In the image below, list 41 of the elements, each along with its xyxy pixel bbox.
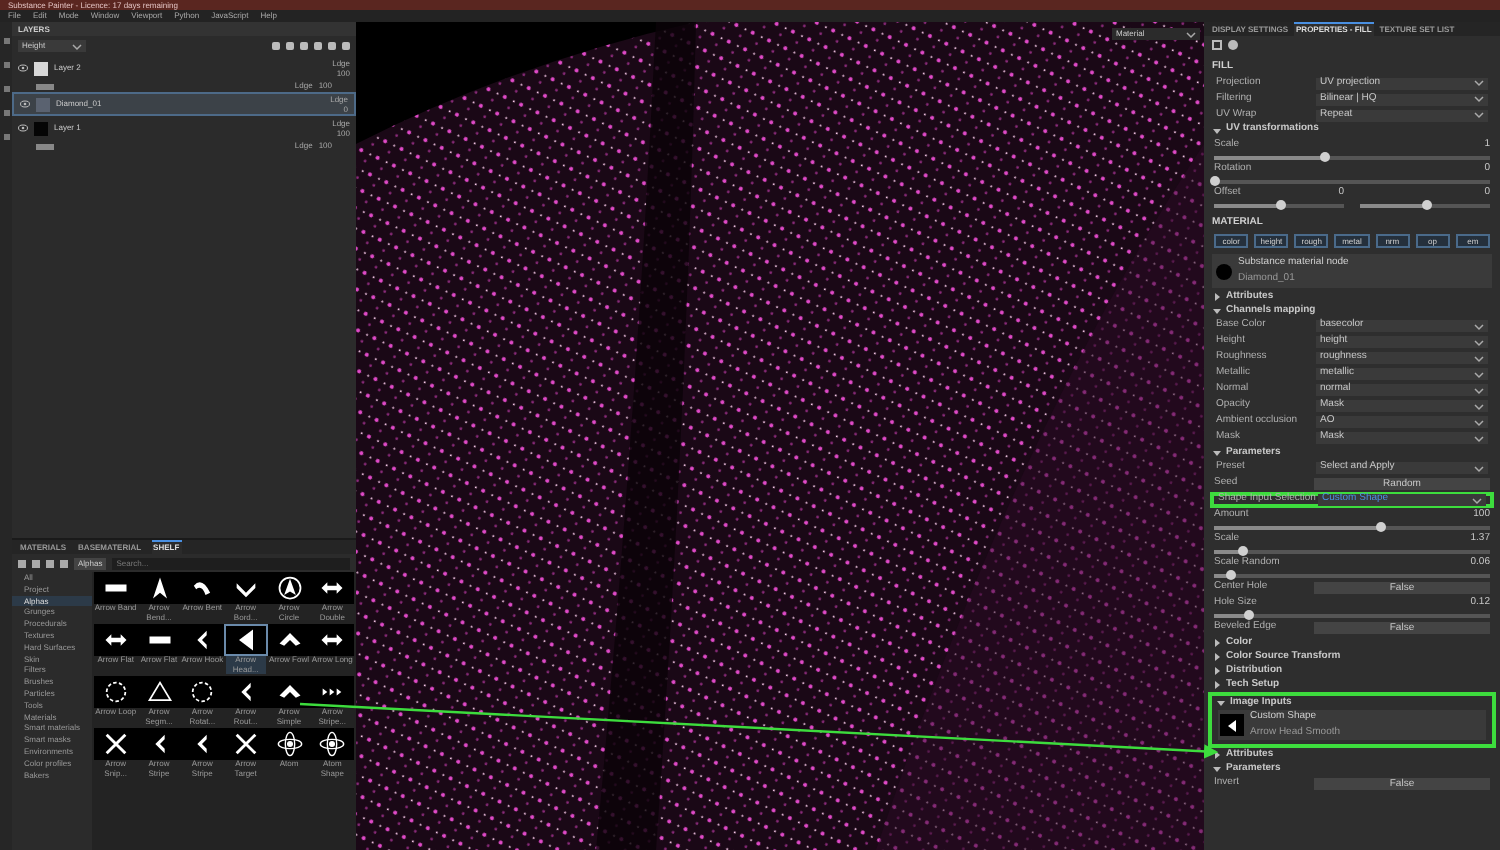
alpha-shape-icon (188, 678, 217, 706)
mask-icons[interactable] (36, 143, 54, 149)
eye-icon[interactable] (20, 100, 30, 108)
collapsed-arrow-icon (1212, 750, 1222, 760)
eye-icon[interactable] (18, 64, 28, 72)
alpha-shape-icon (275, 730, 303, 758)
slider-handle[interactable] (1210, 175, 1220, 185)
caret-icon (1186, 29, 1196, 39)
alpha-shape-icon (275, 574, 303, 602)
arrow-head-icon (1224, 717, 1240, 733)
expanded-arrow-icon (1212, 448, 1222, 458)
tool-icon[interactable] (3, 86, 9, 92)
alpha-shape-icon (231, 730, 260, 758)
tool-icon[interactable] (3, 38, 9, 44)
slider-handle[interactable] (1226, 570, 1237, 580)
slider-handle[interactable] (1375, 522, 1386, 532)
expanded-arrow-icon (1216, 698, 1226, 708)
slider-handle[interactable] (1243, 610, 1254, 620)
alpha-shape-icon (101, 730, 130, 758)
tool-icon[interactable] (3, 62, 9, 68)
slider-handle[interactable] (1275, 199, 1285, 209)
alpha-shape-icon (145, 678, 173, 706)
collapsed-arrow-icon (1212, 292, 1222, 302)
eye-icon[interactable] (18, 124, 28, 132)
slider-handle[interactable] (1320, 151, 1331, 161)
caret-icon (1474, 463, 1484, 473)
alpha-shape-icon (318, 730, 347, 758)
alpha-shape-icon (101, 678, 130, 706)
caret-icon (1472, 495, 1482, 505)
tool-icon[interactable] (3, 134, 9, 140)
expanded-arrow-icon (1212, 306, 1222, 316)
slider-handle[interactable] (1237, 546, 1248, 556)
caret-icon (72, 41, 82, 51)
expanded-arrow-icon (1212, 125, 1222, 135)
material-icon[interactable] (1228, 40, 1238, 50)
grid-icon[interactable] (1212, 40, 1222, 50)
mask-icons[interactable] (36, 83, 54, 89)
expanded-arrow-icon (1212, 764, 1222, 774)
tool-icon[interactable] (3, 110, 9, 116)
slider-handle[interactable] (1421, 199, 1431, 209)
material-preview-icon (1216, 263, 1232, 279)
